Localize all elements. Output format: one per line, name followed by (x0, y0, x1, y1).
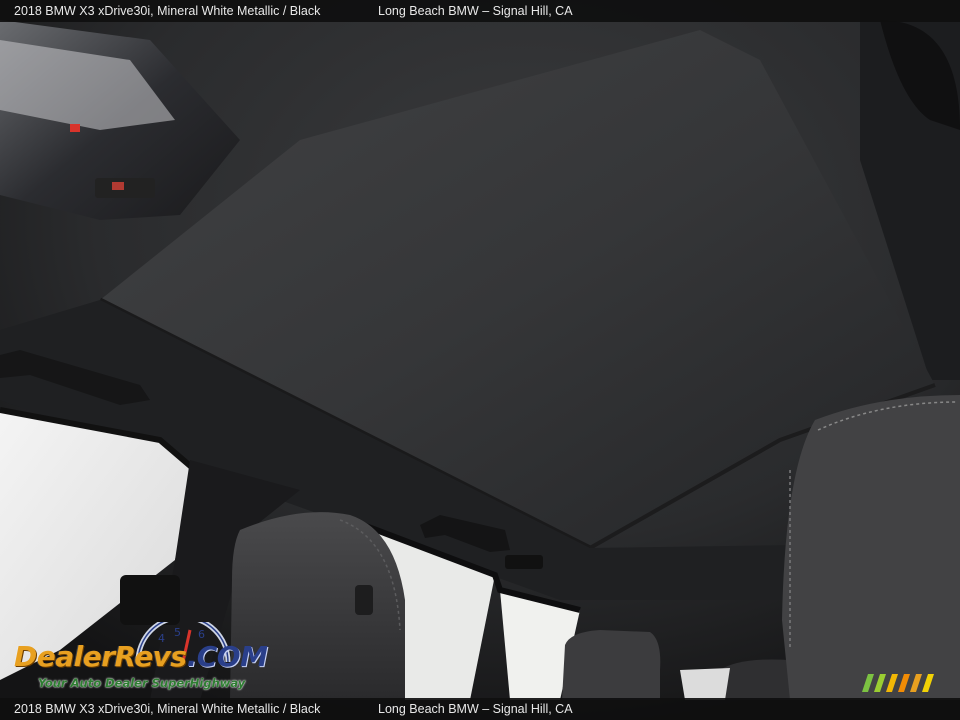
caption-dealer-bottom: Long Beach BMW – Signal Hill, CA (378, 702, 573, 716)
watermark-suffix: .COM (186, 640, 268, 673)
stripe-logo-icon (862, 674, 934, 692)
caption-dealer: Long Beach BMW – Signal Hill, CA (378, 4, 573, 18)
svg-text:5: 5 (174, 626, 181, 639)
dealerrevs-watermark: 4 5 6 DealerRevs.COM Your Auto Dealer Su… (10, 620, 270, 694)
bottom-caption-bar: 2018 BMW X3 xDrive30i, Mineral White Met… (0, 698, 960, 720)
caption-model: 2018 BMW X3 xDrive30i, Mineral White Met… (14, 4, 321, 18)
watermark-brand: DealerRevs.COM (14, 640, 268, 673)
interior-photo (0, 0, 960, 720)
top-caption-bar: 2018 BMW X3 xDrive30i, Mineral White Met… (0, 0, 960, 22)
watermark-slogan: Your Auto Dealer SuperHighway (38, 676, 246, 690)
caption-model-bottom: 2018 BMW X3 xDrive30i, Mineral White Met… (14, 702, 321, 716)
